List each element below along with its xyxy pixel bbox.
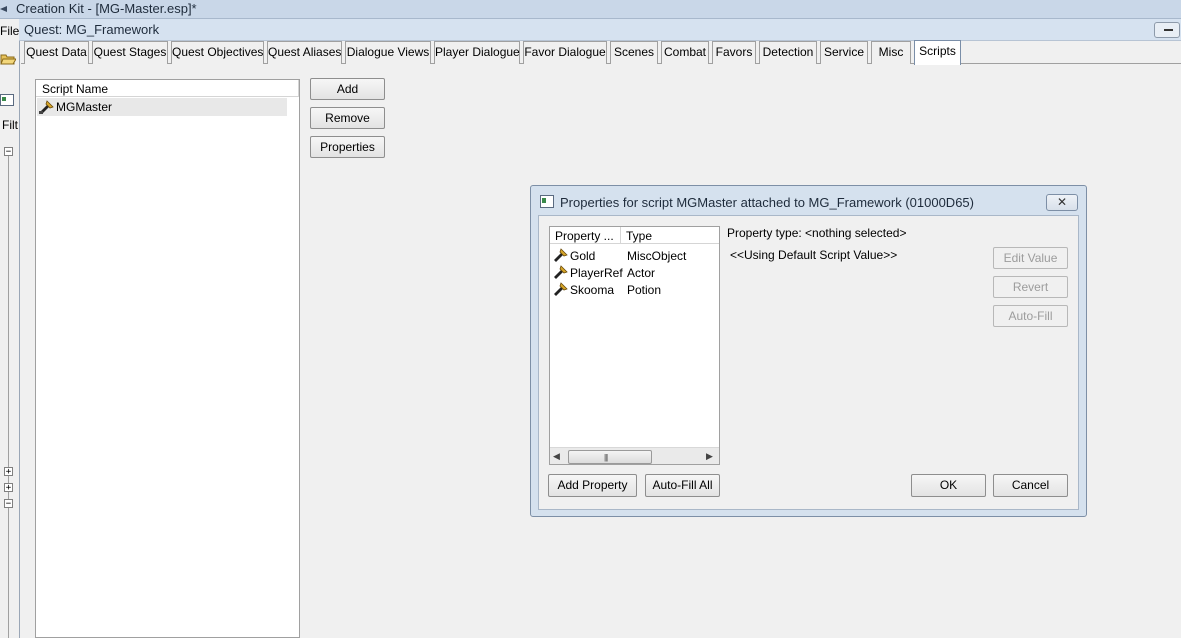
property-type: Actor <box>627 266 656 280</box>
script-list-header[interactable]: Script Name <box>36 80 299 97</box>
dialog-close-button[interactable]: ✕ <box>1046 194 1078 211</box>
type-column-header[interactable]: Type <box>626 229 652 243</box>
tab-dialogue-views[interactable]: Dialogue Views <box>345 41 431 64</box>
tab-quest-aliases[interactable]: Quest Aliases <box>267 41 342 64</box>
tree-guide-line <box>8 150 9 638</box>
add-script-button[interactable]: Add <box>310 78 385 100</box>
remove-script-button[interactable]: Remove <box>310 107 385 129</box>
tab-quest-stages[interactable]: Quest Stages <box>92 41 168 64</box>
app-title: Creation Kit - [MG-Master.esp]* <box>16 1 197 16</box>
quest-window-title: Quest: MG_Framework <box>24 22 160 37</box>
script-name: MGMaster <box>56 100 113 114</box>
property-type: MiscObject <box>627 249 687 263</box>
tab-combat[interactable]: Combat <box>661 41 709 64</box>
tab-quest-data[interactable]: Quest Data <box>24 41 89 64</box>
tab-service[interactable]: Service <box>820 41 868 64</box>
filter-label: Filt <box>2 118 18 132</box>
column-divider <box>620 227 621 243</box>
script-list[interactable] <box>35 79 300 638</box>
script-property-icon <box>554 265 568 279</box>
app-arrow-icon <box>0 6 7 12</box>
script-name-column-header[interactable]: Script Name <box>42 82 108 96</box>
tree-expand-icon[interactable]: + <box>4 467 13 477</box>
script-property-icon <box>554 248 568 262</box>
script-property-icon <box>554 282 568 296</box>
tab-misc[interactable]: Misc <box>871 41 911 64</box>
properties-dialog-title: Properties for script MGMaster attached … <box>560 195 974 210</box>
script-scroll-icon <box>39 100 54 114</box>
quest-window-titlebar: Quest: MG_Framework <box>19 19 1181 41</box>
auto-fill-all-button[interactable]: Auto-Fill All <box>645 474 720 497</box>
tab-favor-dialogue[interactable]: Favor Dialogue <box>523 41 607 64</box>
property-row[interactable]: Gold MiscObject <box>551 247 716 264</box>
property-type-label: Property type: <nothing selected> <box>727 226 907 240</box>
ok-button[interactable]: OK <box>911 474 986 497</box>
property-name: PlayerRef <box>570 266 623 280</box>
script-row[interactable]: MGMaster <box>37 98 287 116</box>
minimize-icon <box>1164 29 1173 31</box>
window-icon <box>540 195 554 208</box>
tab-scenes[interactable]: Scenes <box>610 41 658 64</box>
cancel-button[interactable]: Cancel <box>993 474 1068 497</box>
scrollbar-thumb[interactable]: ||| <box>568 450 652 464</box>
auto-fill-button[interactable]: Auto-Fill <box>993 305 1068 327</box>
property-row[interactable]: Skooma Potion <box>551 281 716 298</box>
property-type: Potion <box>627 283 662 297</box>
property-row[interactable]: PlayerRef Actor <box>551 264 716 281</box>
edit-value-button[interactable]: Edit Value <box>993 247 1068 269</box>
close-icon: ✕ <box>1056 195 1068 209</box>
default-value-label: <<Using Default Script Value>> <box>730 248 898 262</box>
property-column-header[interactable]: Property ... <box>555 229 614 243</box>
app-titlebar: Creation Kit - [MG-Master.esp]* <box>0 0 1181 19</box>
tab-scripts[interactable]: Scripts <box>914 40 961 65</box>
scroll-left-icon[interactable]: ◀ <box>553 451 560 462</box>
open-folder-icon[interactable] <box>0 52 16 66</box>
tab-player-dialogue[interactable]: Player Dialogue <box>434 41 520 64</box>
tab-quest-objectives[interactable]: Quest Objectives <box>171 41 264 64</box>
window-icon[interactable] <box>0 94 14 106</box>
script-properties-button[interactable]: Properties <box>310 136 385 158</box>
tab-detection[interactable]: Detection <box>759 41 817 64</box>
property-list-horizontal-scrollbar[interactable]: ◀ ||| ▶ <box>550 447 719 464</box>
file-menu[interactable]: File <box>0 24 19 38</box>
minimize-button[interactable] <box>1154 22 1180 38</box>
scroll-right-icon[interactable]: ▶ <box>706 451 713 462</box>
add-property-button[interactable]: Add Property <box>548 474 637 497</box>
property-name: Gold <box>570 249 596 263</box>
tree-expand-icon[interactable]: + <box>4 483 13 493</box>
main-window-left-pane <box>0 19 20 638</box>
tree-collapse-icon[interactable]: − <box>4 499 13 509</box>
property-name: Skooma <box>570 283 615 297</box>
column-divider <box>298 80 299 96</box>
scrollbar-grip-icon: ||| <box>604 453 608 462</box>
property-list-header[interactable]: Property ... Type <box>550 227 719 244</box>
revert-button[interactable]: Revert <box>993 276 1068 298</box>
tab-favors[interactable]: Favors <box>712 41 756 64</box>
tree-collapse-icon[interactable]: − <box>4 147 13 157</box>
